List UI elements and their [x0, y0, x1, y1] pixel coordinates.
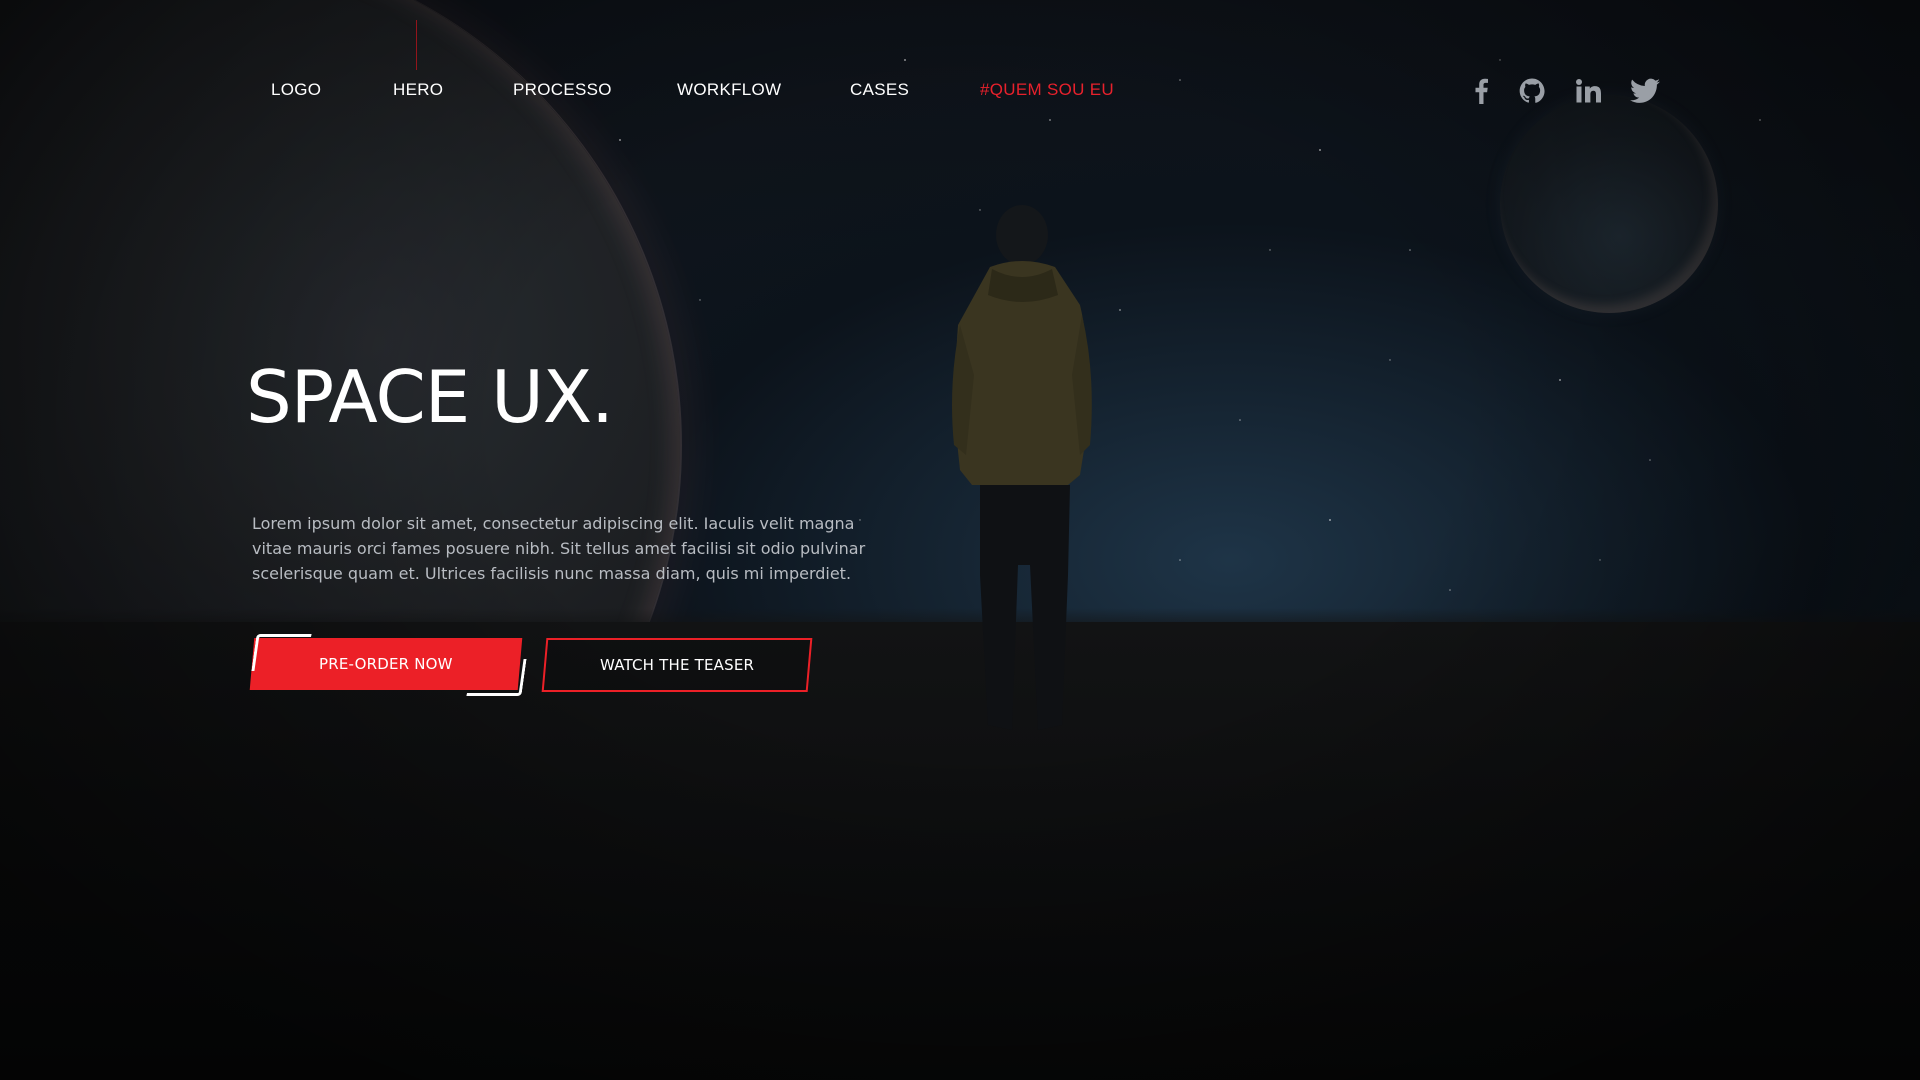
linkedin-icon[interactable]	[1572, 76, 1606, 106]
facebook-icon[interactable]	[1464, 76, 1498, 106]
nav-item-processo[interactable]: PROCESSO	[513, 80, 612, 100]
watch-teaser-button-label: WATCH THE TEASER	[599, 656, 755, 674]
nav-item-logo[interactable]: LOGO	[271, 80, 321, 100]
nav-item-quem-sou-eu[interactable]: #QUEM SOU EU	[980, 80, 1114, 100]
pre-order-button[interactable]: PRE-ORDER NOW	[248, 634, 527, 696]
hero-title: SPACE UX.	[246, 355, 614, 439]
twitter-icon[interactable]	[1628, 76, 1662, 106]
top-nav: LOGO HERO PROCESSO WORKFLOW CASES #QUEM …	[0, 0, 1920, 180]
button-corner-accent-bottom	[466, 659, 527, 696]
pre-order-button-label: PRE-ORDER NOW	[319, 655, 453, 673]
watch-teaser-button[interactable]: WATCH THE TEASER	[541, 638, 813, 692]
nav-item-cases[interactable]: CASES	[850, 80, 909, 100]
hero-description: Lorem ipsum dolor sit amet, consectetur …	[252, 514, 866, 583]
nav-item-workflow[interactable]: WORKFLOW	[677, 80, 781, 100]
nav-item-hero[interactable]: HERO	[393, 80, 443, 100]
github-icon[interactable]	[1515, 76, 1549, 106]
button-corner-accent-top	[251, 634, 312, 671]
nav-indicator	[416, 20, 417, 70]
